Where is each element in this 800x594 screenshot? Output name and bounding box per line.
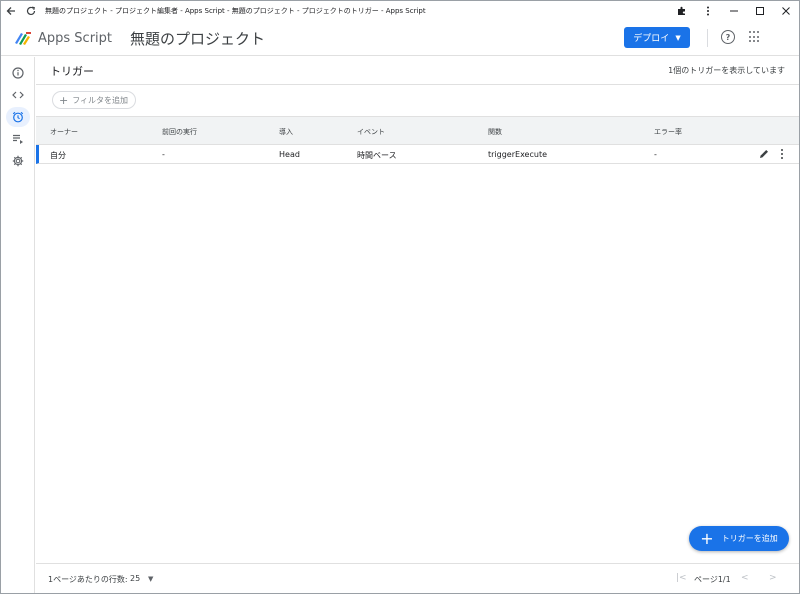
add-trigger-label: トリガーを追加 [721,534,778,543]
next-page-icon[interactable]: > [769,573,777,583]
triggers-alarm-icon[interactable] [6,107,30,127]
column-header-owner[interactable]: オーナー [50,127,78,137]
caret-down-icon[interactable]: ▼ [148,575,153,583]
rows-per-page-select[interactable]: 25 [130,574,140,583]
table-footer: 1ページあたりの行数: 25 ▼ |< ページ1/1 < > [36,563,799,593]
cell-owner: 自分 [50,151,66,160]
cell-error-rate: - [654,150,657,159]
apps-script-logo-icon[interactable] [13,28,33,48]
column-header-deployment[interactable]: 導入 [279,127,293,137]
edit-pencil-icon[interactable] [758,148,770,160]
add-filter-button[interactable]: + フィルタを追加 [52,91,136,109]
cell-last-run: - [162,150,165,159]
cell-event: 時間ベース [357,151,397,160]
browser-titlebar: 無題のプロジェクト - プロジェクト編集者 - Apps Script - 無題… [1,1,799,21]
close-icon[interactable] [773,1,799,21]
table-header: オーナー 前回の実行 導入 イベント 関数 エラー率 [36,116,799,145]
trigger-count-text: 1個のトリガーを表示しています [668,66,785,75]
plus-icon: + [59,93,69,107]
column-header-error-rate[interactable]: エラー率 [654,127,682,137]
browser-title: 無題のプロジェクト - プロジェクト編集者 - Apps Script - 無題… [45,7,426,15]
rows-per-page-label: 1ページあたりの行数: [48,575,128,584]
cell-function: triggerExecute [488,150,548,159]
apps-grid-icon[interactable] [749,31,761,43]
help-icon[interactable]: ? [721,30,735,44]
reload-icon[interactable] [21,1,41,21]
plus-icon: + [700,528,714,548]
column-header-function[interactable]: 関数 [488,127,502,137]
maximize-icon[interactable] [747,1,773,21]
page-title: トリガー [50,65,94,78]
caret-down-icon: ▼ [675,33,681,42]
column-header-event[interactable]: イベント [357,127,385,137]
table-row[interactable]: 自分 - Head 時間ベース triggerExecute - [36,145,799,164]
back-arrow-icon[interactable] [1,1,21,21]
add-trigger-button[interactable]: + トリガーを追加 [689,526,789,551]
main-content: トリガー 1個のトリガーを表示しています + フィルタを追加 オーナー 前回の実… [36,57,799,593]
extension-puzzle-icon[interactable] [669,1,695,21]
deploy-button-label: デプロイ [633,34,670,44]
more-vert-icon[interactable] [779,148,785,160]
overview-info-icon[interactable] [6,63,30,83]
prev-page-icon[interactable]: < [741,573,749,583]
app-header: Apps Script 無題のプロジェクト デプロイ ▼ ? [1,21,799,56]
editor-code-icon[interactable] [6,85,30,105]
minimize-icon[interactable] [721,1,747,21]
deploy-button[interactable]: デプロイ ▼ [624,27,690,48]
column-header-last-run[interactable]: 前回の実行 [162,127,197,137]
browser-menu-icon[interactable] [695,1,721,21]
settings-gear-icon[interactable] [6,151,30,171]
left-nav-rail [1,57,35,593]
brand-name[interactable]: Apps Script [38,31,112,46]
add-filter-label: フィルタを追加 [72,95,129,105]
cell-deployment: Head [279,150,300,159]
header-divider [707,29,708,47]
page-header: トリガー 1個のトリガーを表示しています [36,57,799,85]
first-page-icon[interactable]: |< [676,573,687,583]
browser-window: 無題のプロジェクト - プロジェクト編集者 - Apps Script - 無題… [0,0,800,594]
executions-list-icon[interactable] [6,129,30,149]
project-title[interactable]: 無題のプロジェクト [130,28,265,49]
page-indicator: ページ1/1 [694,575,731,584]
